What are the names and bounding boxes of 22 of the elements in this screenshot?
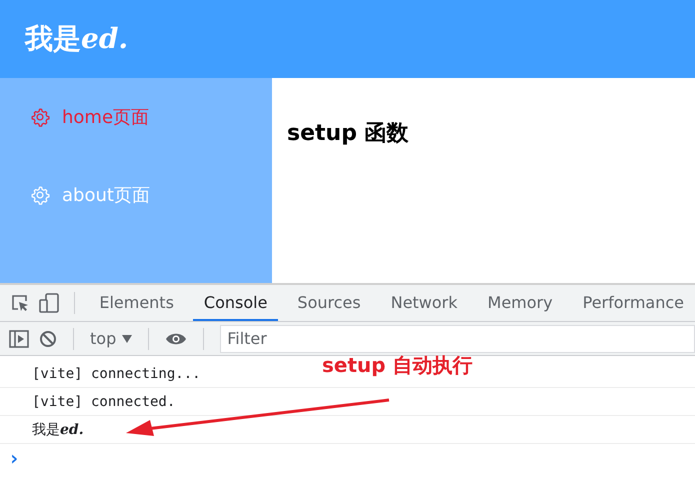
page-heading: setup 函数 (287, 120, 410, 148)
gear-icon (30, 107, 50, 127)
devtools-tab[interactable]: Elements (88, 285, 185, 321)
inspect-icon[interactable] (10, 293, 30, 313)
console-message: 我是ed. (32, 420, 84, 438)
prompt-chevron[interactable]: › (8, 446, 20, 470)
filter-field[interactable]: Filter (220, 324, 695, 352)
gear-icon (30, 185, 50, 205)
devtools-tab[interactable]: Network (380, 285, 469, 321)
context-dropdown[interactable]: top (90, 329, 132, 348)
clear-console-icon[interactable] (39, 330, 57, 348)
console-message: [vite] connected. (32, 394, 176, 410)
device-icon[interactable] (38, 292, 60, 314)
devtools-tab[interactable]: Performance (572, 285, 695, 321)
caret-icon (122, 334, 132, 342)
devtools-tab[interactable]: Sources (286, 285, 372, 321)
console-message: [vite] connecting... (32, 366, 201, 382)
eye-icon[interactable] (165, 332, 188, 346)
annotation-text: setup 自动执行 (322, 352, 473, 379)
devtools-tab[interactable]: Memory (476, 285, 564, 321)
site-title: 我是ed. (25, 21, 128, 57)
sidebar-toggle-icon[interactable] (9, 330, 29, 348)
